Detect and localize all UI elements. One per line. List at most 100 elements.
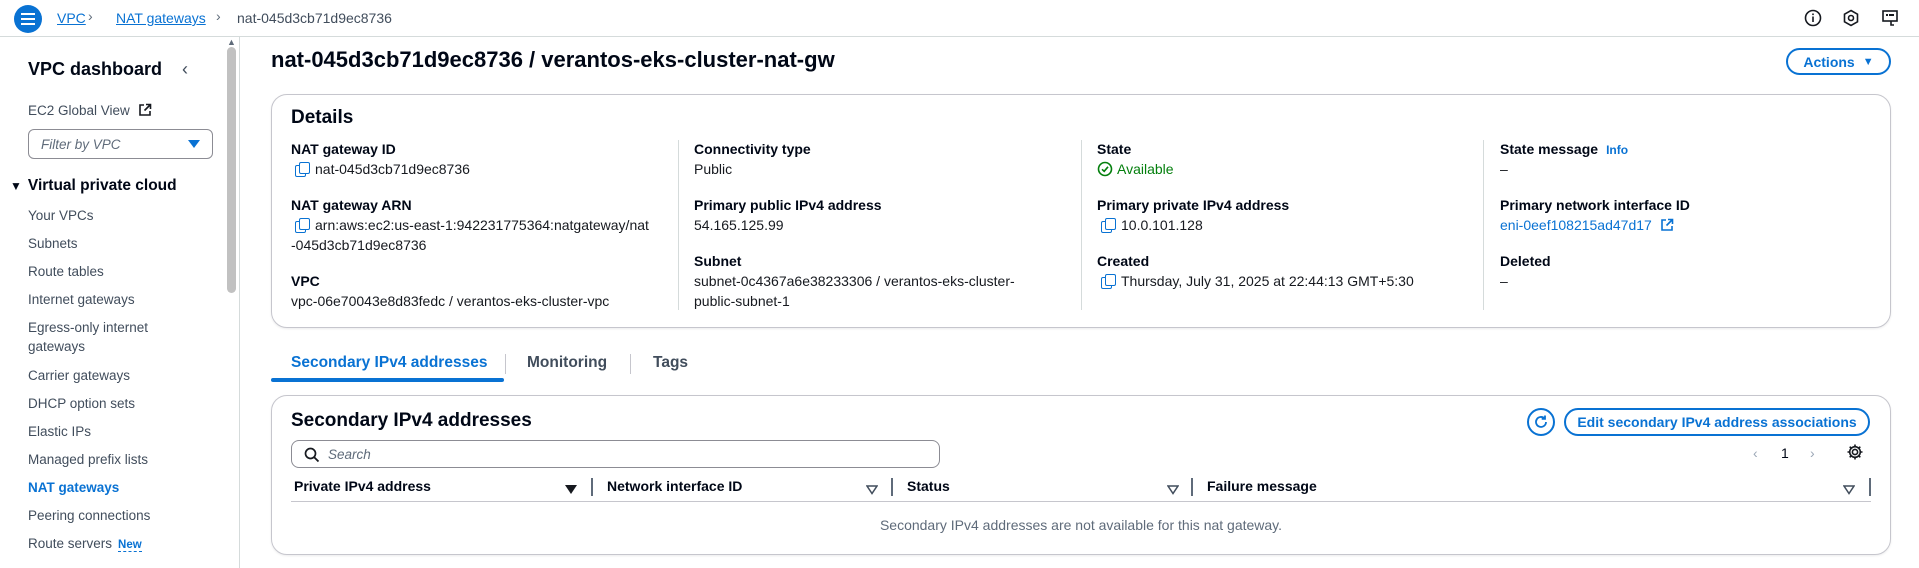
created-text: Thursday, July 31, 2025 at 22:44:13 GMT+… [1121,273,1414,289]
vpc-filter-select[interactable]: Filter by VPC [28,129,213,159]
copy-icon[interactable] [1101,218,1116,233]
sidebar-item-route-tables[interactable]: Route tables [28,262,104,281]
refresh-icon [1533,414,1549,430]
previous-page-icon[interactable]: ‹ [1753,445,1758,461]
vpc-link[interactable]: vpc-06e70043e8d83fedc / verantos-eks-clu… [291,291,609,311]
settings-gear-icon[interactable] [1846,443,1864,464]
caret-down-icon [188,140,200,148]
close-sidebar-icon[interactable]: ‹ [182,59,188,80]
edit-secondary-ipv4-associations-button[interactable]: Edit secondary IPv4 address associations [1564,408,1870,436]
copy-icon[interactable] [295,218,310,233]
info-icon[interactable] [1803,8,1823,28]
sidebar-section-virtual-private-cloud[interactable]: ▼ Virtual private cloud [10,177,177,195]
nat-gateway-id: nat-045d3cb71d9ec8736 [315,161,470,177]
sidebar-item-nat-gateways[interactable]: NAT gateways [28,478,119,497]
connectivity-type-label: Connectivity type [694,141,811,157]
empty-table-message: Secondary IPv4 addresses are not availab… [879,517,1283,533]
breadcrumb-vpc[interactable]: VPC [57,9,86,27]
eni-link[interactable]: eni-0eef108215ad47d17 [1500,217,1652,233]
subnet-link-line1[interactable]: subnet-0c4367a6e38233306 / verantos-eks-… [694,271,1015,291]
sidebar-item-elastic-ips[interactable]: Elastic IPs [28,422,91,441]
chevron-right-icon: › [216,8,221,24]
column-header-status[interactable]: Status [907,478,950,494]
search-input[interactable]: Search [291,440,940,468]
connectivity-type-value: Public [694,161,733,177]
menu-icon[interactable] [14,5,42,33]
state-message-label-text: State message [1500,141,1599,157]
subnet-link-line2[interactable]: public-subnet-1 [694,291,790,311]
sidebar-item-egress-only-internet-gateways[interactable]: Egress-only internet gateways [28,318,178,356]
feedback-icon[interactable] [1880,8,1900,28]
tab-secondary-ipv4-addresses[interactable]: Secondary IPv4 addresses [291,354,487,372]
column-header-failure-message[interactable]: Failure message [1207,478,1317,494]
subnet-label: Subnet [694,253,742,269]
search-placeholder: Search [328,447,371,462]
page-number[interactable]: 1 [1781,445,1789,461]
sort-icon[interactable] [1166,482,1180,498]
sidebar-item-carrier-gateways[interactable]: Carrier gateways [28,366,130,385]
chevron-right-icon: › [88,8,93,24]
nat-gateway-arn-value: arn:aws:ec2:us-east-1:942231775364:natga… [295,215,649,235]
breadcrumb-nat-gateways[interactable]: NAT gateways [116,9,206,27]
column-divider [678,140,679,310]
sidebar-title[interactable]: VPC dashboard [28,59,162,80]
primary-private-ipv4-label: Primary private IPv4 address [1097,197,1290,213]
top-navigation-bar: VPC › NAT gateways › nat-045d3cb71d9ec87… [0,0,1919,37]
created-label: Created [1097,253,1150,269]
sidebar-item-your-vpcs[interactable]: Your VPCs [28,206,94,225]
primary-public-ipv4-link[interactable]: 54.165.125.99 [694,215,784,235]
column-resizer[interactable] [1869,478,1871,496]
column-resizer[interactable] [591,478,593,496]
sidebar-item-ec2-global-view[interactable]: EC2 Global View [28,101,152,122]
sidebar-item-managed-prefix-lists[interactable]: Managed prefix lists [28,450,148,469]
info-link[interactable]: Info [1606,143,1628,157]
column-header-private-ipv4[interactable]: Private IPv4 address [294,478,431,494]
nat-gateway-id-value: nat-045d3cb71d9ec8736 [295,159,470,179]
status-success-icon [1097,161,1113,182]
nat-gateway-arn-label: NAT gateway ARN [291,197,412,213]
sidebar-item-peering-connections[interactable]: Peering connections [28,506,150,525]
refresh-button[interactable] [1527,408,1555,436]
sidebar-item-dhcp-option-sets[interactable]: DHCP option sets [28,394,135,413]
tab-tags[interactable]: Tags [653,354,688,372]
tab-divider [505,354,506,374]
sidebar-item-subnets[interactable]: Subnets [28,234,78,253]
primary-network-interface-id-value: eni-0eef108215ad47d17 [1500,215,1674,237]
sidebar-item-internet-gateways[interactable]: Internet gateways [28,290,135,309]
nat-gateway-arn-line2: -045d3cb71d9ec8736 [291,237,427,253]
search-icon [304,447,320,466]
nat-gateway-id-label: NAT gateway ID [291,141,396,157]
sort-icon[interactable] [1842,482,1856,498]
sidebar-scrollbar[interactable] [227,47,236,293]
column-resizer[interactable] [891,478,893,496]
section-label: Virtual private cloud [27,177,177,194]
caret-down-icon: ▼ [10,179,22,193]
actions-label: Actions [1803,53,1855,70]
actions-button[interactable]: Actions ▼ [1786,48,1891,75]
primary-public-ipv4-label: Primary public IPv4 address [694,197,882,213]
breadcrumb-current: nat-045d3cb71d9ec8736 [237,10,392,26]
copy-icon[interactable] [1101,274,1116,289]
external-link-icon[interactable] [1660,217,1674,237]
scroll-up-icon[interactable]: ▲ [227,37,236,47]
state-label: State [1097,141,1132,157]
filter-placeholder: Filter by VPC [41,137,121,152]
primary-network-interface-id-label: Primary network interface ID [1500,197,1690,213]
next-page-icon[interactable]: › [1810,445,1815,461]
nat-gateway-arn-line1: arn:aws:ec2:us-east-1:942231775364:natga… [315,217,649,233]
notifications-icon[interactable] [1841,8,1861,28]
sort-icon[interactable] [865,482,879,498]
sidebar-item-route-servers[interactable]: Route servers New [28,534,142,555]
caret-down-icon: ▼ [1862,55,1874,68]
column-header-network-interface-id[interactable]: Network interface ID [607,478,742,494]
tab-monitoring[interactable]: Monitoring [527,354,607,372]
column-resizer[interactable] [1191,478,1193,496]
state-value: Available [1097,159,1174,182]
column-divider [1081,140,1082,310]
tab-divider [630,354,631,374]
copy-icon[interactable] [295,162,310,177]
external-link-icon [138,103,152,122]
sort-descending-icon[interactable] [565,482,577,498]
deleted-value: – [1500,273,1508,289]
sidebar-item-label: Route servers [28,536,113,551]
